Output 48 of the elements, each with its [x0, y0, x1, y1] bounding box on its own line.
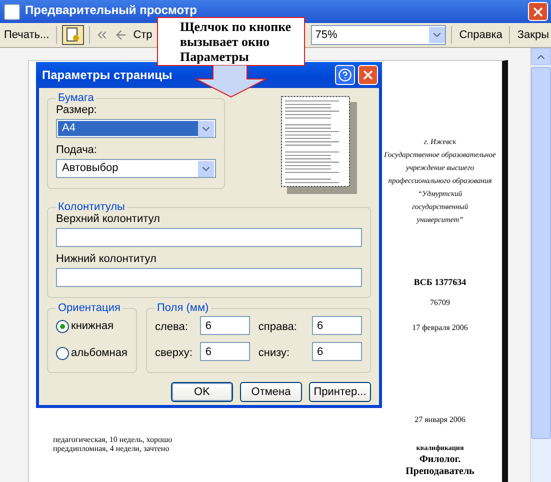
field-label: Размер:: [56, 104, 98, 116]
dialog-title: Параметры страницы: [42, 68, 174, 82]
footer-field[interactable]: [56, 268, 362, 287]
zoom-select[interactable]: 75%: [311, 25, 446, 45]
field-label: Подача:: [56, 144, 98, 156]
field-label: Верхний колонтитул: [56, 213, 161, 225]
close-icon[interactable]: [531, 4, 545, 18]
margin-field[interactable]: 6: [200, 342, 250, 361]
window-title: Предварительный просмотр: [25, 3, 198, 17]
margin-field[interactable]: 6: [200, 316, 250, 335]
qualification-text: Филолог.: [419, 454, 461, 466]
dialog-button[interactable]: Принтер...: [309, 382, 371, 402]
margin-label: снизу:: [258, 347, 291, 359]
qualification-text: Преподаватель: [406, 466, 474, 478]
orientation-radio[interactable]: книжная: [56, 314, 128, 338]
help-button[interactable]: Справка: [457, 27, 504, 43]
close-preview-button[interactable]: Закры: [515, 27, 549, 43]
callout-arrow: [196, 65, 266, 98]
page-label: Стр: [133, 29, 152, 41]
margin-field[interactable]: 6: [312, 342, 362, 361]
print-button[interactable]: Печать...: [2, 27, 52, 43]
diploma-number: ВСБ 1377634: [414, 276, 466, 288]
orientation-radio[interactable]: альбомная: [56, 341, 128, 365]
dialog-button[interactable]: OK: [171, 382, 233, 402]
issue-date: 17 февраля 2006: [412, 322, 468, 334]
dialog-button[interactable]: Отмена: [240, 382, 302, 402]
margin-label: сверху:: [155, 347, 192, 359]
field-label: Нижний колонтитул: [56, 253, 158, 265]
group-label: Ориентация: [57, 302, 122, 314]
date-text: 27 января 2006: [414, 414, 466, 426]
page-setup-button[interactable]: [62, 25, 84, 45]
callout-note: Щелчок по кнопке вызывает окно Параметры: [157, 17, 305, 66]
previous-page-icon[interactable]: [114, 28, 128, 42]
margin-label: слева:: [155, 321, 189, 333]
practice-text: педагогическая, 10 недель, хорошо: [53, 435, 174, 444]
scroll-up-button[interactable]: [531, 48, 551, 65]
header-field[interactable]: [56, 228, 362, 247]
group-label: Колонтитулы: [57, 201, 126, 213]
paper-source-select[interactable]: Автовыбор: [56, 159, 216, 178]
registration-number: 76709: [430, 297, 450, 309]
practice-text: преддипломная, 4 недели, зачтено: [53, 444, 170, 453]
margin-label: справа:: [258, 321, 298, 333]
margin-field[interactable]: 6: [312, 316, 362, 335]
group-label: Бумага: [57, 92, 95, 104]
app-icon: [4, 4, 20, 20]
group-label: Поля (мм): [156, 302, 210, 314]
paper-size-select[interactable]: A4: [56, 119, 216, 138]
close-button[interactable]: [528, 2, 548, 21]
